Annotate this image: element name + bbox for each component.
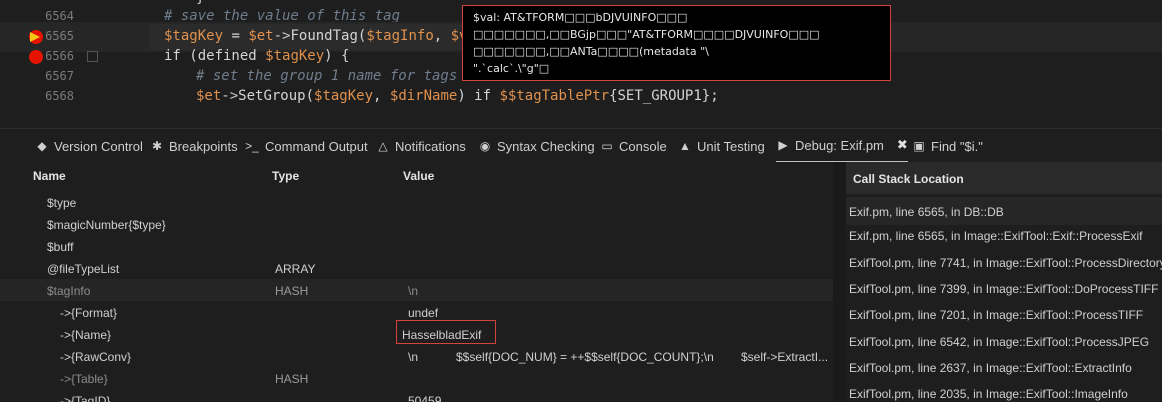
variable-row[interactable]: ->{TagID} 50459	[0, 389, 833, 402]
tooltip-line: $val: AT&TFORM□□□bDJVUINFO□□□	[473, 11, 688, 24]
call-stack-frame[interactable]: ExifTool.pm, line 7741, in Image::ExifTo…	[846, 248, 1162, 276]
line-number: 6566	[45, 49, 74, 63]
variable-name: $magicNumber{$type}	[47, 218, 166, 232]
bug-icon: ✱	[151, 139, 163, 153]
column-header-type[interactable]: Type	[272, 169, 299, 183]
play-icon: ▶	[778, 138, 788, 152]
code-token: ) if	[457, 88, 500, 104]
tab-find[interactable]: ▣ Find "$i."	[912, 129, 983, 163]
tab-label: Find "$i."	[931, 138, 983, 154]
variable-name: ->{Format}	[60, 306, 118, 320]
tab-label: Syntax Checking	[497, 138, 595, 154]
variable-value: 50459	[408, 394, 442, 402]
line-number: 6564	[45, 9, 74, 23]
line-number: 6567	[45, 69, 74, 83]
tab-syntax-checking[interactable]: ◉ Syntax Checking	[478, 129, 595, 163]
call-stack-frame[interactable]: Exif.pm, line 6565, in Image::ExifTool::…	[846, 221, 1162, 249]
code-line[interactable]: 6568 $et->SetGroup($tagKey, $dirName) if…	[0, 82, 1162, 112]
call-stack-frame[interactable]: ExifTool.pm, line 6542, in Image::ExifTo…	[846, 327, 1162, 355]
variable-row[interactable]: ->{RawConv} \n $$self{DOC_NUM} = ++$$sel…	[0, 345, 833, 367]
syntax-check-icon: ◉	[479, 139, 491, 153]
tab-label: Unit Testing	[697, 138, 765, 154]
tooltip-line: □□□□□□□,□□BGjp□□□"AT&TFORM□□□□DJVUINFO□□…	[473, 28, 820, 41]
tab-label: Notifications	[395, 138, 466, 154]
variable-name: @fileTypeList	[47, 262, 120, 276]
variable-value-segment: $self->ExtractI...	[741, 350, 829, 364]
terminal-icon: >_	[245, 139, 259, 153]
panel-splitter[interactable]	[833, 162, 846, 402]
line-number: 6568	[45, 89, 74, 103]
variable-name: ->{RawConv}	[60, 350, 132, 364]
code-token: $et	[196, 88, 222, 104]
variable-value: undef	[408, 306, 439, 320]
tab-command-output[interactable]: >_ Command Output	[244, 129, 368, 163]
panel-tab-bar: ◆ Version Control ✱ Breakpoints >_ Comma…	[0, 128, 1162, 163]
code-text: $et->SetGroup($tagKey, $dirName) if $$ta…	[196, 88, 719, 104]
variable-type: HASH	[275, 284, 309, 298]
variable-row[interactable]: $tagInfo HASH \n	[0, 279, 833, 301]
tab-label: Console	[619, 138, 667, 154]
variable-row[interactable]: ->{Table} HASH	[0, 367, 833, 389]
variable-value-segment: $$self{DOC_NUM} = ++$$self{DOC_COUNT};\n	[456, 350, 714, 364]
variable-name: $type	[47, 196, 77, 210]
variable-name: $tagInfo	[47, 284, 91, 298]
variable-row[interactable]: $type	[0, 191, 833, 213]
tooltip-line: □□□□□□□,□□ANTa□□□□(metadata "\	[473, 45, 709, 58]
fold-toggle-icon[interactable]	[87, 51, 98, 62]
variables-header: Name Type Value	[0, 162, 833, 190]
code-token: $dirName	[389, 88, 458, 104]
variable-name: $buff	[47, 240, 74, 254]
variable-type: ARRAY	[275, 262, 316, 276]
variable-row[interactable]: @fileTypeList ARRAY	[0, 257, 833, 279]
tab-debug-exif[interactable]: ▶ Debug: Exif.pm ✖	[776, 129, 908, 163]
call-stack-frame[interactable]: ExifTool.pm, line 2637, in Image::ExifTo…	[846, 353, 1162, 381]
column-header-value[interactable]: Value	[403, 169, 434, 183]
tab-console[interactable]: ▭ Console	[600, 129, 667, 163]
call-stack-frame[interactable]: ExifTool.pm, line 7399, in Image::ExifTo…	[846, 274, 1162, 302]
variable-row[interactable]: $magicNumber{$type}	[0, 213, 833, 235]
call-stack-frame[interactable]: ExifTool.pm, line 7201, in Image::ExifTo…	[846, 300, 1162, 328]
variable-name: ->{TagID}	[60, 394, 111, 402]
variable-name: ->{Table}	[60, 372, 108, 386]
console-icon: ▭	[601, 139, 613, 153]
code-token: ,	[373, 88, 390, 104]
tab-label: Breakpoints	[169, 138, 238, 154]
tab-label: Command Output	[265, 138, 368, 154]
variable-value: \n	[408, 350, 419, 364]
tab-version-control[interactable]: ◆ Version Control	[35, 129, 143, 163]
call-stack-header: Call Stack Location	[846, 162, 1162, 194]
call-stack-panel: Call Stack Location Exif.pm, line 6565, …	[846, 162, 1162, 402]
variable-value: \n	[408, 284, 419, 298]
code-token: $tagKey	[314, 88, 374, 104]
code-token: $$tagTablePtr	[499, 88, 610, 104]
flask-icon: ▲	[679, 139, 691, 153]
call-stack-frame[interactable]: ExifTool.pm, line 2035, in Image::ExifTo…	[846, 379, 1162, 402]
code-token: ->	[221, 88, 239, 104]
variable-value-tooltip: $val: AT&TFORM□□□bDJVUINFO□□□ □□□□□□□,□□…	[462, 5, 891, 81]
tooltip-line: ".`calc`.\"g"□	[473, 62, 550, 75]
find-icon: ▣	[913, 139, 925, 153]
close-icon[interactable]: ✖	[897, 137, 908, 153]
variable-name: ->{Name}	[60, 328, 112, 342]
tab-label: Debug: Exif.pm	[795, 137, 884, 153]
variable-row[interactable]: $buff	[0, 235, 833, 257]
code-token: {SET_GROUP1};	[609, 88, 719, 104]
variable-row[interactable]: ->{Name} HasselbladExif	[0, 320, 833, 345]
code-token: SetGroup(	[238, 88, 315, 104]
tab-unit-testing[interactable]: ▲ Unit Testing	[678, 129, 765, 163]
variable-value: HasselbladExif	[402, 328, 482, 342]
tab-label: Version Control	[54, 138, 143, 154]
bell-icon: △	[378, 139, 388, 153]
variable-type: HASH	[275, 372, 309, 386]
column-header-name[interactable]: Name	[33, 169, 66, 183]
tab-notifications[interactable]: △ Notifications	[376, 129, 466, 163]
line-number: 6565	[45, 29, 74, 43]
version-control-icon: ◆	[37, 139, 47, 153]
variables-panel: Name Type Value $type $magicNumber{$type…	[0, 162, 833, 402]
tab-breakpoints[interactable]: ✱ Breakpoints	[150, 129, 238, 163]
